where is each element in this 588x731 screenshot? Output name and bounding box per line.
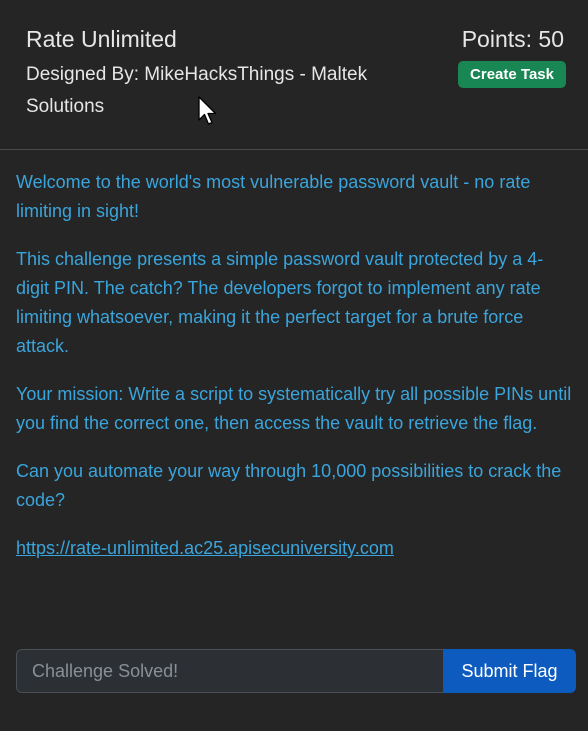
description-paragraph: Can you automate your way through 10,000… — [16, 461, 562, 510]
challenge-designer: Designed By: MikeHacksThings - Maltek So… — [26, 64, 368, 117]
create-task-button[interactable]: Create Task — [458, 61, 566, 88]
challenge-title: Rate Unlimited — [26, 26, 177, 52]
challenge-header: Rate Unlimited Designed By: MikeHacksThi… — [0, 0, 588, 150]
description-link-paragraph: https://rate-unlimited.ac25.apisecuniver… — [16, 534, 576, 563]
flag-submit-form: Submit Flag — [16, 649, 576, 693]
description-paragraph: Your mission: Write a script to systemat… — [16, 384, 572, 433]
challenge-card: Rate Unlimited Designed By: MikeHacksThi… — [0, 0, 588, 731]
flag-input[interactable] — [16, 649, 443, 693]
description-paragraph: This challenge presents a simple passwor… — [16, 249, 544, 356]
challenge-points: Points: 50 — [461, 26, 564, 52]
challenge-url-link[interactable]: https://rate-unlimited.ac25.apisecuniver… — [16, 538, 394, 558]
description-paragraph: Welcome to the world's most vulnerable p… — [16, 172, 531, 221]
challenge-description: Welcome to the world's most vulnerable p… — [16, 168, 576, 582]
submit-flag-button[interactable]: Submit Flag — [443, 649, 576, 693]
mouse-cursor-icon — [198, 96, 217, 125]
